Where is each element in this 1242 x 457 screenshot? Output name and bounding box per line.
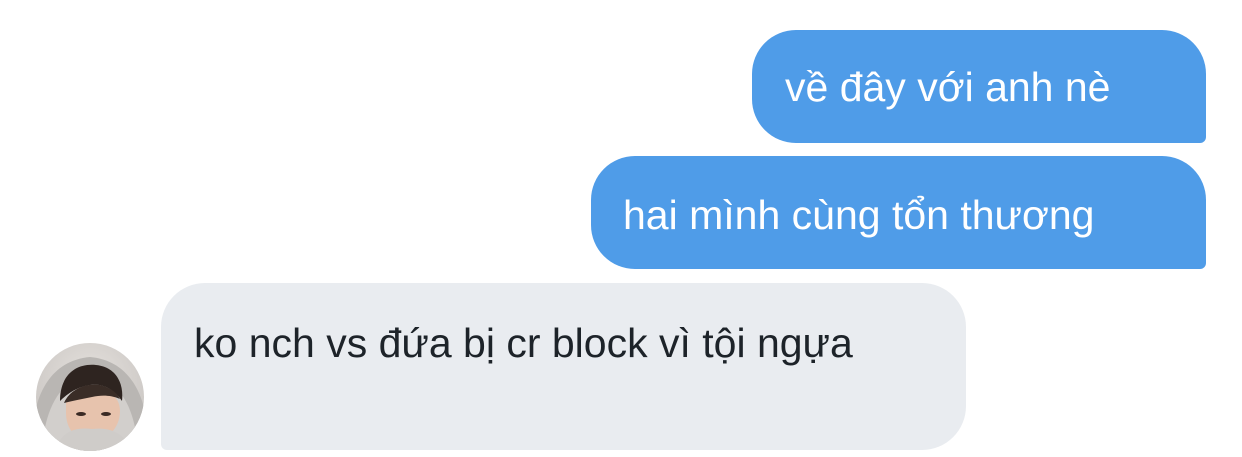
profile-photo-icon <box>36 343 144 451</box>
sent-message-bubble[interactable]: về đây với anh nè <box>752 30 1206 143</box>
message-text: về đây với anh nè <box>785 64 1111 110</box>
message-text: ko nch vs đứa bị cr block vì tội ngựa <box>194 320 853 366</box>
chat-thread: về đây với anh nè hai mình cùng tổn thươ… <box>0 0 1242 457</box>
message-text: hai mình cùng tổn thương <box>623 192 1095 238</box>
avatar[interactable] <box>36 343 144 451</box>
sent-message-bubble[interactable]: hai mình cùng tổn thương <box>591 156 1206 269</box>
received-message-bubble[interactable]: ko nch vs đứa bị cr block vì tội ngựa <box>161 283 966 450</box>
